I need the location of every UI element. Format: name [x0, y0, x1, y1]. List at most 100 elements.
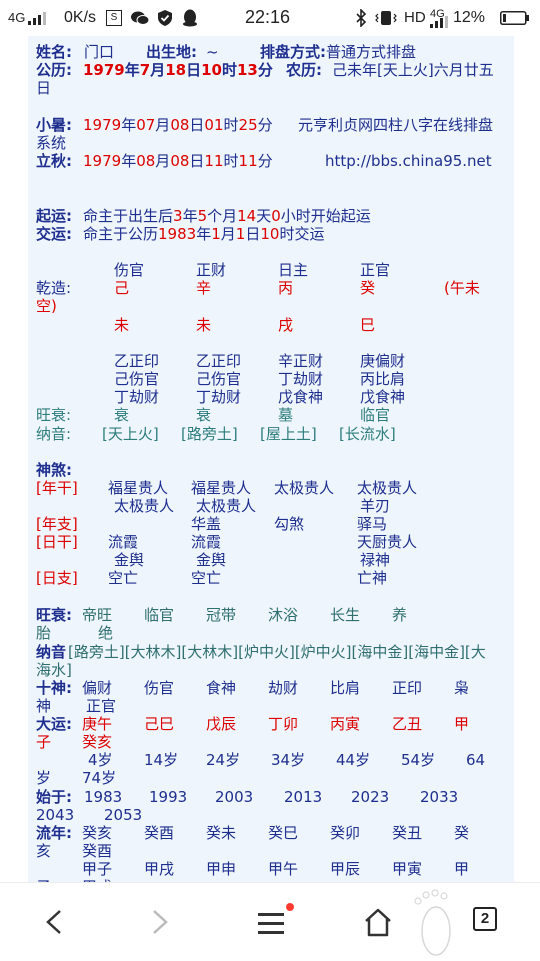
- nayin2-values: [路旁土][大林木][大林木][炉中火][炉中火][海中金][海中金][大: [68, 643, 486, 661]
- ten-god-hour: 正官: [360, 261, 391, 279]
- wangshuai-label: 旺衰:: [36, 406, 72, 424]
- xiaoshu-label: 小暑:: [36, 116, 72, 134]
- signal-icon: [28, 12, 46, 25]
- liqiu-label: 立秋:: [36, 152, 72, 170]
- hd-label: HD: [404, 9, 426, 26]
- nayin-value: [路旁土]: [181, 425, 238, 443]
- back-icon[interactable]: [42, 909, 66, 935]
- nayin2-values-wrap: 海水]: [36, 661, 72, 679]
- nian-gan-label: [年干]: [36, 479, 78, 497]
- shensha-item: 华盖: [191, 515, 222, 533]
- dayun-label: 大运:: [36, 715, 72, 733]
- hidden-stem: 辛正财: [278, 352, 324, 370]
- dayun-item: 戊辰: [206, 715, 237, 733]
- ri-gan-label: [日干]: [36, 533, 78, 551]
- wangshuai2-item: 长生: [330, 606, 361, 624]
- liunian-item: 癸: [454, 824, 470, 842]
- wangshuai2-item: 胎: [36, 624, 52, 642]
- stem-hour: 癸: [360, 279, 376, 297]
- shishen-item: 比肩: [330, 679, 361, 697]
- nayin-label: 纳音:: [36, 425, 72, 443]
- wangshuai-value: 衰: [196, 406, 212, 424]
- shiyu-year: 2023: [351, 788, 390, 806]
- tab-count-button[interactable]: 2: [473, 907, 497, 931]
- shiyu-year: 2033: [420, 788, 459, 806]
- liunian-item: 癸巳: [268, 824, 299, 842]
- dayun-item: 己巳: [144, 715, 175, 733]
- shensha-item: 亡神: [357, 569, 388, 587]
- nongli-label: 农历:: [286, 61, 322, 79]
- liunian-item: 亥: [36, 842, 52, 860]
- liunian-item: 癸卯: [330, 824, 361, 842]
- wangshuai2-item: 沐浴: [268, 606, 299, 624]
- liunian-item: 甲戌: [144, 860, 175, 878]
- shensha-item: 空亡: [108, 569, 139, 587]
- dayun-item: 子: [36, 733, 52, 751]
- hidden-stem: 戊食神: [278, 388, 324, 406]
- ten-god-month: 正财: [196, 261, 227, 279]
- wangshuai-value: 临官: [360, 406, 391, 424]
- bluetooth-icon: [356, 9, 367, 27]
- shensha-item: 金舆: [196, 551, 227, 569]
- shiyu-year: 1993: [149, 788, 188, 806]
- home-icon[interactable]: [362, 907, 394, 937]
- branch-month: 未: [196, 316, 212, 334]
- shensha-item: 禄神: [360, 551, 391, 569]
- shiyu-year: 2003: [215, 788, 254, 806]
- wangshuai2-item: 养: [392, 606, 408, 624]
- kongwang-note: (午未: [444, 279, 480, 297]
- menu-icon[interactable]: [256, 911, 286, 935]
- footprint-watermark-icon: [414, 889, 451, 956]
- jiaoyun-text: 命主于公历1983年1月1日10时交运: [83, 225, 325, 243]
- site-url-link[interactable]: http://bbs.china95.net: [325, 152, 492, 170]
- branch-hour: 巳: [360, 316, 376, 334]
- shensha-item: 太极贵人: [114, 497, 175, 515]
- hidden-stem: 丁劫财: [278, 370, 324, 388]
- nayin-value: [长流水]: [339, 425, 396, 443]
- shensha-item: 流霞: [108, 533, 139, 551]
- shensha-item: 太极贵人: [274, 479, 335, 497]
- name-value: 门口: [84, 43, 115, 61]
- dayun-item: 癸亥: [82, 733, 113, 751]
- nayin-value: [屋上土]: [260, 425, 317, 443]
- age-item: 岁: [36, 769, 52, 787]
- shishen-item: 伤官: [144, 679, 175, 697]
- shensha-item: 流霞: [191, 533, 222, 551]
- clock: 22:16: [245, 7, 291, 27]
- hidden-stem: 丁劫财: [114, 388, 160, 406]
- shiyu-label: 始于:: [36, 788, 72, 806]
- network-type: 4G: [8, 10, 26, 25]
- liunian-item: 癸丑: [392, 824, 423, 842]
- wangshuai-value: 衰: [114, 406, 130, 424]
- shiyu-year: 1983: [84, 788, 123, 806]
- ri-zhi-label: [日支]: [36, 569, 78, 587]
- liunian-item: 癸亥: [82, 824, 113, 842]
- liunian-item: 甲子: [82, 860, 113, 878]
- status-bar: 4G 0K/s S 22:16 HD 4G 12%: [0, 0, 540, 36]
- name-label: 姓名:: [36, 43, 72, 61]
- dayun-item: 丁卯: [268, 715, 299, 733]
- xiaoshu-datetime: 1979年07月08日01时25分: [83, 116, 273, 134]
- battery-icon: [500, 11, 529, 25]
- hidden-stem: 乙正印: [196, 352, 242, 370]
- dayun-item: 乙丑: [392, 715, 423, 733]
- gongli-label: 公历:: [36, 61, 72, 79]
- hidden-stem: 庚偏财: [360, 352, 406, 370]
- s-app-icon: S: [106, 10, 122, 26]
- dayun-item: 庚午: [82, 715, 113, 733]
- hidden-stem: 戊食神: [360, 388, 406, 406]
- shishen-item: 正印: [392, 679, 423, 697]
- gongli-datetime: 1979年7月18日10时13分: [83, 61, 273, 79]
- hidden-stem: 己伤官: [196, 370, 242, 388]
- hidden-stem: 己伤官: [114, 370, 160, 388]
- shensha-item: 福星贵人: [108, 479, 169, 497]
- branch-day: 戌: [278, 316, 294, 334]
- nongli-value: 己未年[天上火]六月廿五: [332, 61, 494, 79]
- shishen-item: 劫财: [268, 679, 299, 697]
- shensha-item: 太极贵人: [357, 479, 418, 497]
- age-item: 54岁: [401, 751, 436, 769]
- dayun-item: 甲: [454, 715, 470, 733]
- ten-god-day: 日主: [278, 261, 309, 279]
- forward-icon[interactable]: [148, 909, 172, 935]
- jiaoyun-label: 交运:: [36, 225, 72, 243]
